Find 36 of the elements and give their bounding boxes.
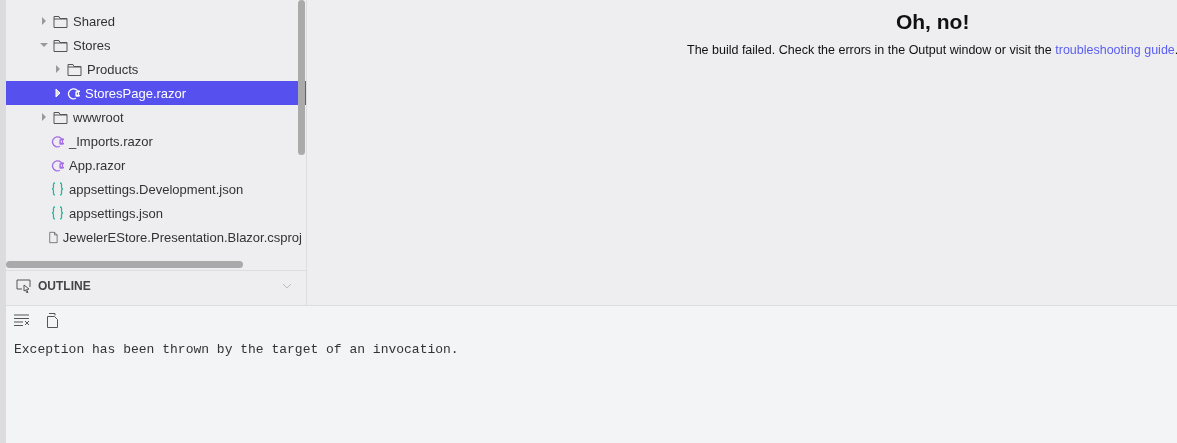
file-icon — [48, 229, 58, 245]
outline-icon — [16, 279, 32, 293]
caret-right-icon[interactable] — [40, 17, 48, 25]
folder-icon — [67, 62, 82, 76]
vertical-scrollbar[interactable] — [298, 0, 305, 155]
panel-title[interactable]: OUTLINE — [38, 279, 276, 293]
caret-down-icon[interactable] — [40, 41, 48, 49]
tree-item[interactable]: JewelerEStore.Presentation.Blazor.csproj — [6, 225, 306, 249]
folder-icon — [53, 110, 68, 124]
tree-item[interactable]: Products — [6, 57, 306, 81]
tree-item[interactable]: appsettings.json — [6, 201, 306, 225]
at-sign-icon — [51, 134, 64, 148]
braces-icon — [51, 182, 64, 196]
at-sign-icon — [67, 86, 80, 100]
tree-item[interactable]: App.razor — [6, 153, 306, 177]
tree-item[interactable]: wwwroot — [6, 105, 306, 129]
chevron-down-icon[interactable] — [282, 283, 292, 289]
caret-right-icon[interactable] — [40, 113, 48, 121]
output-text: Exception has been thrown by the target of an invocation. — [14, 342, 460, 357]
clear-output-icon[interactable] — [14, 314, 30, 326]
troubleshooting-link[interactable]: troubleshooting guide — [1055, 43, 1175, 57]
tree-item[interactable]: Stores — [6, 33, 306, 57]
caret-right-icon[interactable] — [54, 65, 62, 73]
caret-right-icon[interactable] — [54, 89, 62, 97]
tree-item[interactable]: StoresPage.razor — [6, 81, 306, 105]
copy-icon[interactable] — [46, 312, 59, 328]
folder-icon — [53, 14, 68, 28]
tree-item[interactable]: Shared — [6, 9, 306, 33]
braces-icon — [51, 206, 64, 220]
horizontal-scrollbar[interactable] — [6, 260, 243, 268]
tree-item[interactable]: appsettings.Development.json — [6, 177, 306, 201]
error-message: The build failed. Check the errors in the Output window or visit the troubleshooting guide. — [687, 43, 1177, 57]
error-heading: Oh, no! — [895, 10, 970, 34]
at-sign-icon — [51, 158, 64, 172]
tree-item[interactable]: _Imports.razor — [6, 129, 306, 153]
folder-icon — [53, 38, 68, 52]
